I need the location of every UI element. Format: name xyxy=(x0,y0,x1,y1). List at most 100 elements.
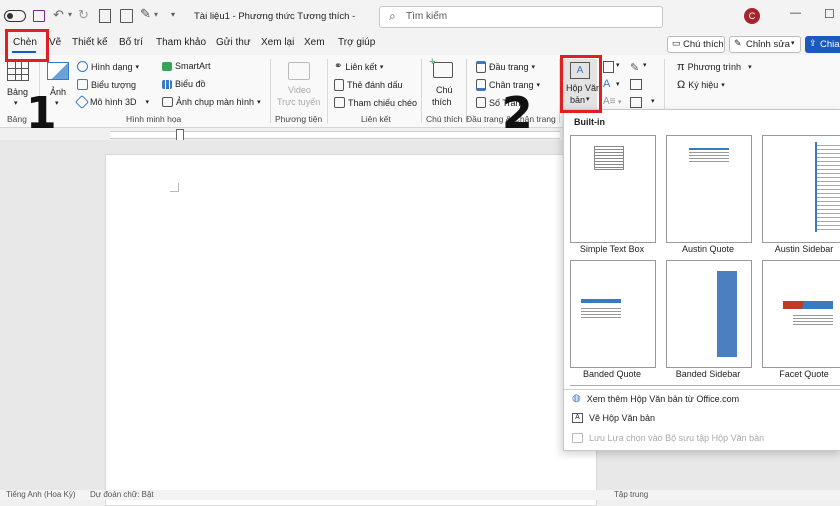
group-separator xyxy=(327,59,328,123)
avatar[interactable]: C xyxy=(744,8,760,24)
gallery-label: Banded Sidebar xyxy=(675,369,741,379)
draw-text-box-menu-item[interactable]: A Vẽ Hộp Văn bản xyxy=(572,413,655,423)
gallery-item-simple-text-box[interactable] xyxy=(570,135,656,243)
group-label-links: Liên kết xyxy=(361,114,391,124)
gallery-item-banded-quote[interactable] xyxy=(570,260,656,368)
document-page[interactable] xyxy=(105,154,597,506)
3d-models-button[interactable]: Mô hình 3D ▾ xyxy=(74,94,149,110)
minimize-icon[interactable]: — xyxy=(790,7,801,19)
cube-icon xyxy=(74,94,90,110)
tab-references[interactable]: Tham khảo xyxy=(156,37,206,48)
group-separator xyxy=(270,59,271,123)
footer-icon xyxy=(476,79,486,91)
screenshot-button[interactable]: Ảnh chụp màn hình ▾ xyxy=(162,97,261,107)
gallery-item-austin-sidebar[interactable] xyxy=(762,135,840,243)
tab-mailings[interactable]: Gửi thư xyxy=(216,37,251,48)
thumb-quote-lines xyxy=(689,148,729,162)
icons-icon xyxy=(77,79,88,90)
thumb-sidebar xyxy=(717,271,737,357)
group-label-comments: Chú thích xyxy=(426,114,463,124)
autosave-toggle[interactable] xyxy=(4,10,26,22)
link-icon: ⚭ xyxy=(334,61,343,72)
menu-divider xyxy=(564,389,840,390)
status-bar: Tiếng Anh (Hoa Kỳ) Dự đoán chữ: Bật Tập … xyxy=(0,490,840,500)
equation-button[interactable]: π Phương trình ▾ xyxy=(677,61,752,73)
more-text-boxes-menu-item[interactable]: ◍ Xem thêm Hộp Văn bản từ Office.com xyxy=(572,393,739,404)
symbol-button[interactable]: Ω Ký hiệu ▾ xyxy=(677,79,725,91)
text-prediction-status[interactable]: Dự đoán chữ: Bật xyxy=(90,490,154,499)
thumb-sidebar xyxy=(815,142,840,232)
quick-parts-icon[interactable] xyxy=(603,61,614,73)
language-status[interactable]: Tiếng Anh (Hoa Kỳ) xyxy=(6,490,76,499)
gallery-header: Built-in xyxy=(574,117,605,127)
comment-icon: ▭ xyxy=(672,38,681,48)
tab-help[interactable]: Trợ giúp xyxy=(338,37,375,48)
bookmark-button[interactable]: Thẻ đánh dấu xyxy=(334,79,403,91)
drop-cap-icon[interactable]: A≡ xyxy=(603,96,616,107)
undo-icon[interactable]: ↶ xyxy=(53,7,64,23)
group-label-tables: Bảng xyxy=(7,114,27,124)
share-icon: ⇪ xyxy=(809,38,817,48)
focus-mode-button[interactable]: Tập trung xyxy=(614,490,648,499)
search-box[interactable]: ⌕ Tìm kiếm xyxy=(379,6,663,28)
tab-design[interactable]: Thiết kế xyxy=(72,37,108,48)
link-button[interactable]: ⚭ Liên kết ▾ xyxy=(334,61,383,72)
search-placeholder: Tìm kiếm xyxy=(406,11,448,22)
gallery-item-austin-quote[interactable] xyxy=(666,135,752,243)
paste-icon[interactable] xyxy=(120,9,133,23)
date-time-icon[interactable] xyxy=(630,79,642,90)
gallery-item-facet-quote[interactable] xyxy=(762,260,840,368)
smartart-button[interactable]: SmartArt xyxy=(162,61,211,71)
new-comment-button[interactable]: + Chú thích xyxy=(428,56,460,111)
format-dropdown-icon[interactable]: ▾ xyxy=(154,10,158,19)
bookmark-icon xyxy=(334,79,344,91)
chart-button[interactable]: Biểu đồ xyxy=(162,79,206,89)
thumb-quote-lines xyxy=(581,306,621,318)
group-label-media: Phương tiện xyxy=(275,114,323,124)
bar-chart-icon xyxy=(162,79,172,89)
undo-dropdown-icon[interactable]: ▾ xyxy=(68,10,72,19)
signature-line-icon[interactable]: ✎ xyxy=(630,61,639,74)
wordart-icon[interactable]: A xyxy=(603,78,610,90)
comments-button[interactable]: ▭ Chú thích xyxy=(667,36,725,53)
gallery-label: Facet Quote xyxy=(779,369,829,379)
gallery-item-banded-sidebar[interactable] xyxy=(666,260,752,368)
tab-review[interactable]: Xem lại xyxy=(261,37,294,48)
new-document-icon[interactable] xyxy=(99,9,111,23)
comment-plus-icon: + xyxy=(429,56,453,78)
customize-qat-icon[interactable]: ▾ xyxy=(171,10,175,19)
annotation-step-1: 1 xyxy=(26,88,57,139)
group-label-illustrations: Hình minh họa xyxy=(126,114,182,124)
icons-button[interactable]: Biểu tượng xyxy=(77,79,136,90)
margin-mark xyxy=(170,183,179,192)
tab-view[interactable]: Xem xyxy=(304,37,325,48)
save-icon xyxy=(572,433,583,443)
format-painter-icon[interactable]: ✎ xyxy=(140,6,151,22)
chevron-down-icon: ▾ xyxy=(791,40,795,47)
pencil-icon: ✎ xyxy=(734,38,742,48)
shapes-button[interactable]: Hình dạng ▾ xyxy=(77,61,139,72)
tab-draw[interactable]: Vẽ xyxy=(49,37,61,48)
thumb-facet xyxy=(783,301,833,309)
header-button[interactable]: Đầu trang ▾ xyxy=(476,61,535,73)
object-icon[interactable] xyxy=(630,97,642,108)
share-button[interactable]: ⇪ Chia xyxy=(805,36,840,53)
gallery-label: Austin Sidebar xyxy=(774,244,834,254)
search-icon: ⌕ xyxy=(389,9,396,23)
editing-mode-button[interactable]: ✎ Chỉnh sửa ▾ xyxy=(729,36,801,53)
table-icon xyxy=(7,61,29,81)
screenshot-icon xyxy=(162,97,173,107)
cross-reference-icon xyxy=(334,97,345,108)
annotation-step-2: 2 xyxy=(502,88,533,139)
chevron-down-icon: ▾ xyxy=(14,100,18,107)
save-icon[interactable] xyxy=(33,10,45,22)
restore-icon[interactable]: ☐ xyxy=(824,7,835,21)
annotation-box-insert-tab xyxy=(5,29,49,62)
annotation-box-text-box xyxy=(560,55,602,113)
text-box-icon: A xyxy=(572,413,583,423)
cross-reference-button[interactable]: Tham chiếu chéo xyxy=(334,97,417,108)
redo-icon[interactable]: ↻ xyxy=(78,7,89,23)
thumb-band xyxy=(581,299,621,303)
tab-layout[interactable]: Bố trí xyxy=(119,37,143,48)
online-video-button: Video Trực tuyến xyxy=(276,61,322,111)
